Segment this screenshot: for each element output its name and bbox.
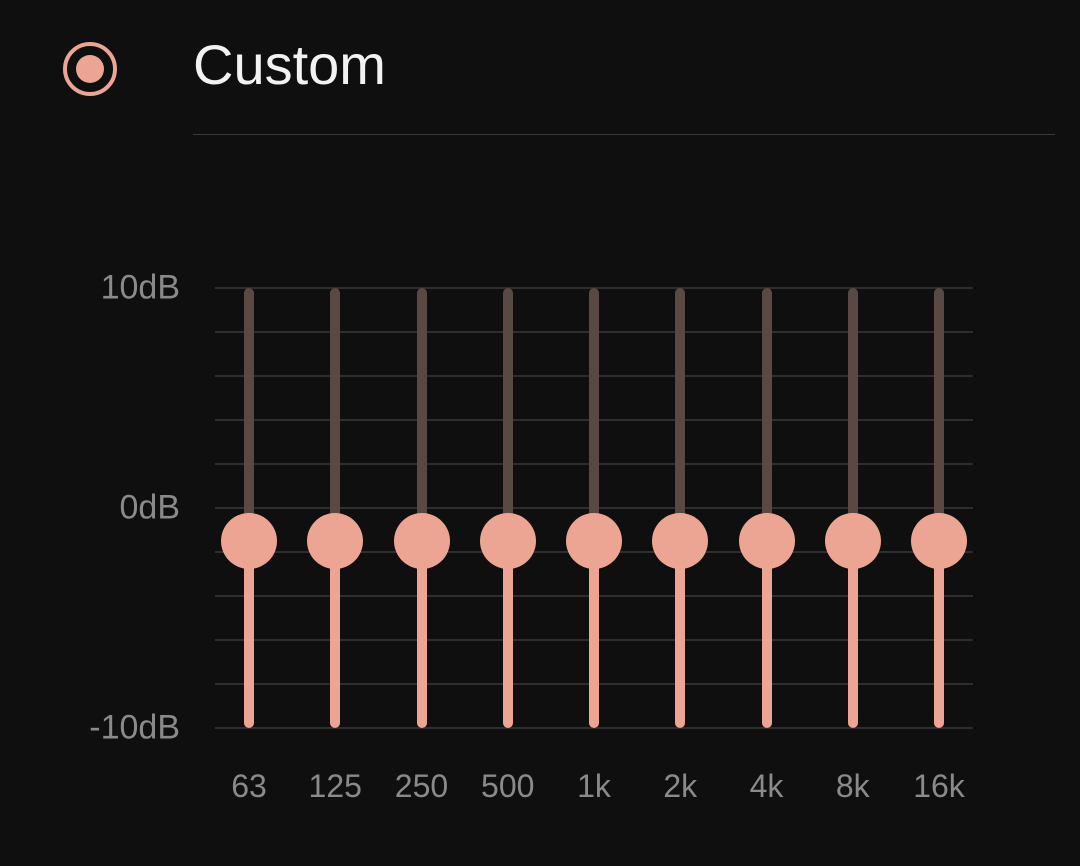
slider-track-upper [589, 288, 599, 541]
eq-slider-250[interactable] [392, 288, 452, 728]
freq-label-4k: 4k [750, 768, 784, 805]
slider-track-lower [330, 541, 340, 728]
freq-label-16k: 16k [913, 768, 965, 805]
slider-track-upper [762, 288, 772, 541]
freq-label-250: 250 [395, 768, 448, 805]
eq-slider-16k[interactable] [909, 288, 969, 728]
eq-slider-63[interactable] [219, 288, 279, 728]
slider-track-lower [675, 541, 685, 728]
slider-track-lower [848, 541, 858, 728]
slider-track-upper [417, 288, 427, 541]
eq-slider-500[interactable] [478, 288, 538, 728]
slider-track-upper [503, 288, 513, 541]
y-label-min: -10dB [89, 709, 180, 748]
preset-title: Custom [193, 32, 386, 97]
slider-thumb[interactable] [307, 513, 363, 569]
equalizer-sliders [215, 288, 973, 728]
freq-label-125: 125 [309, 768, 362, 805]
slider-thumb[interactable] [221, 513, 277, 569]
freq-label-1k: 1k [577, 768, 611, 805]
eq-slider-125[interactable] [305, 288, 365, 728]
y-label-mid: 0dB [120, 489, 181, 528]
slider-track-upper [934, 288, 944, 541]
preset-radio-custom[interactable] [63, 42, 117, 96]
slider-track-lower [589, 541, 599, 728]
eq-slider-2k[interactable] [650, 288, 710, 728]
slider-track-lower [244, 541, 254, 728]
slider-thumb[interactable] [825, 513, 881, 569]
slider-thumb[interactable] [480, 513, 536, 569]
slider-track-upper [330, 288, 340, 541]
slider-track-upper [848, 288, 858, 541]
slider-track-upper [675, 288, 685, 541]
slider-track-lower [934, 541, 944, 728]
eq-slider-1k[interactable] [564, 288, 624, 728]
header-divider [193, 134, 1055, 135]
slider-track-upper [244, 288, 254, 541]
equalizer-header: Custom [0, 38, 1080, 118]
eq-slider-4k[interactable] [737, 288, 797, 728]
x-axis-labels: 63 125 250 500 1k 2k 4k 8k 16k [215, 768, 973, 818]
y-axis-labels: 10dB 0dB -10dB [0, 288, 198, 818]
slider-thumb[interactable] [652, 513, 708, 569]
slider-thumb[interactable] [739, 513, 795, 569]
freq-label-63: 63 [231, 768, 267, 805]
slider-track-lower [417, 541, 427, 728]
y-label-max: 10dB [101, 269, 180, 308]
eq-slider-8k[interactable] [823, 288, 883, 728]
slider-thumb[interactable] [394, 513, 450, 569]
equalizer-panel: 10dB 0dB -10dB 63 125 250 500 1k 2k 4k 8k 16k [0, 288, 1080, 818]
freq-label-500: 500 [481, 768, 534, 805]
slider-track-lower [762, 541, 772, 728]
freq-label-8k: 8k [836, 768, 870, 805]
slider-track-lower [503, 541, 513, 728]
freq-label-2k: 2k [663, 768, 697, 805]
slider-thumb[interactable] [566, 513, 622, 569]
slider-thumb[interactable] [911, 513, 967, 569]
